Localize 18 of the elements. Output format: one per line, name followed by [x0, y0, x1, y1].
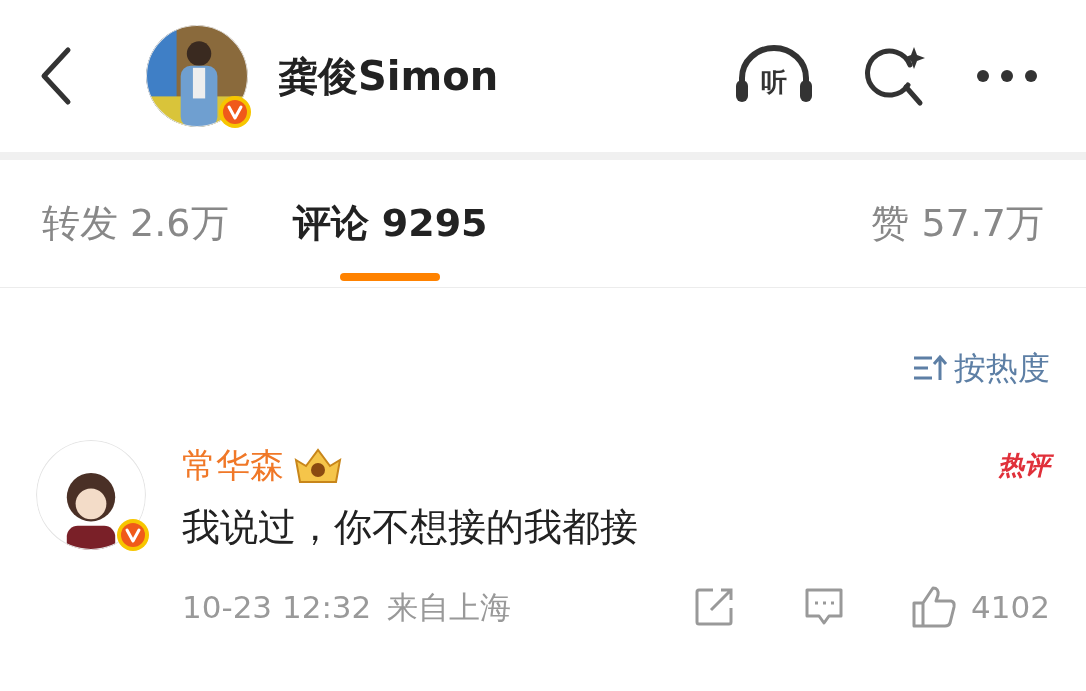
- tab[interactable]: 转发 2.6万: [42, 160, 229, 287]
- tab[interactable]: 评论 9295: [292, 160, 488, 287]
- comment-text: 我说过，你不想接的我都接: [182, 504, 639, 551]
- search-icon[interactable]: [864, 45, 926, 107]
- like-count: 4102: [971, 588, 1050, 627]
- sort-icon: [912, 354, 948, 382]
- more-icon[interactable]: [976, 69, 1038, 83]
- comment-location: 来自上海: [387, 588, 512, 627]
- listen-button[interactable]: 听: [734, 44, 814, 108]
- verified-icon: [218, 95, 252, 129]
- comment-time: 10-23 12:32: [182, 588, 372, 627]
- like-icon[interactable]: [911, 585, 958, 630]
- verified-icon: [116, 518, 150, 552]
- tab[interactable]: 赞 57.7万: [871, 160, 1044, 287]
- sort-button[interactable]: 按热度: [912, 344, 1050, 392]
- share-icon[interactable]: [693, 586, 736, 629]
- commenter-name[interactable]: 常华森: [182, 440, 284, 491]
- account-name: 龚俊Simon: [278, 52, 499, 101]
